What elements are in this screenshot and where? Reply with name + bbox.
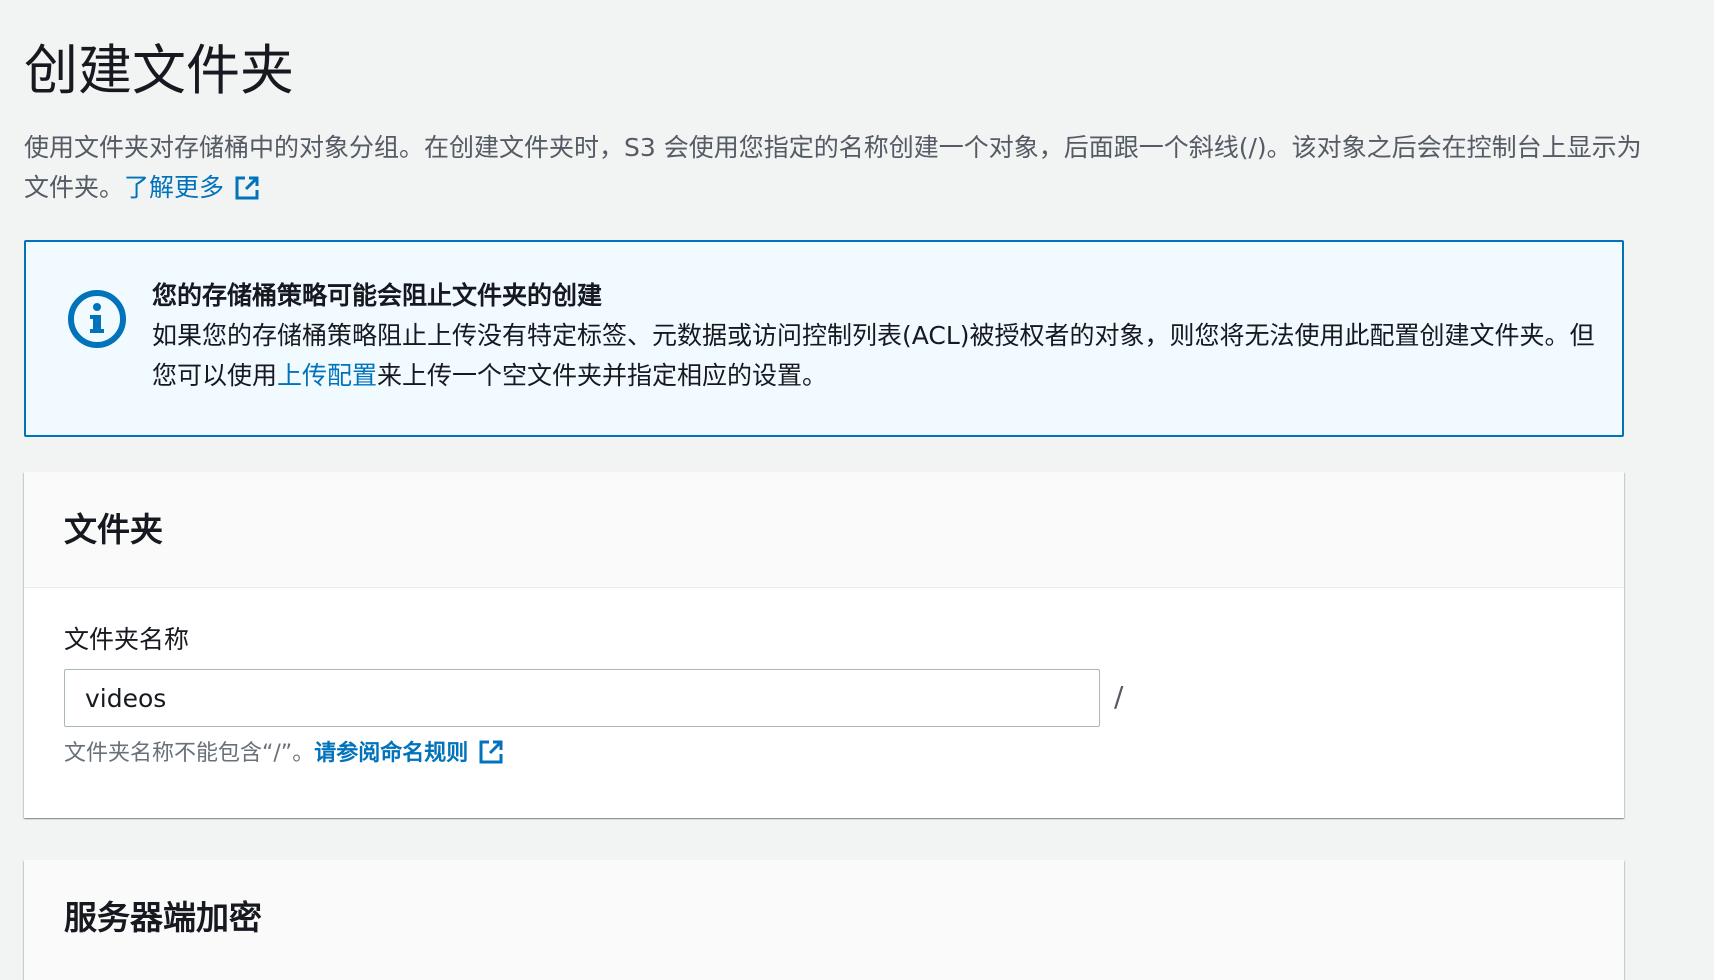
alert-text: 如果您的存储桶策略阻止上传没有特定标签、元数据或访问控制列表(ACL)被授权者的…: [152, 316, 1602, 396]
external-link-icon: [478, 739, 504, 777]
alert-text-after: 来上传一个空文件夹并指定相应的设置。: [377, 361, 828, 390]
folder-name-input-row: [64, 669, 1124, 729]
upload-config-link[interactable]: 上传配置: [277, 361, 377, 390]
naming-rules-link[interactable]: 请参阅命名规则: [314, 740, 504, 766]
page-description: 使用文件夹对存储桶中的对象分组。在创建文件夹时，S3 会使用您指定的名称创建一个…: [24, 128, 1644, 213]
naming-rules-label: 请参阅命名规则: [314, 741, 469, 766]
page-title: 创建文件夹: [24, 39, 294, 102]
folder-name-hint: 文件夹名称不能包含“/”。请参阅命名规则: [64, 736, 504, 777]
folder-panel-title: 文件夹: [64, 510, 163, 549]
alert-body: 您的存储桶策略可能会阻止文件夹的创建 如果您的存储桶策略阻止上传没有特定标签、元…: [152, 276, 1602, 396]
info-icon: [66, 288, 128, 354]
external-link-icon: [234, 173, 260, 213]
folder-panel: 文件夹 文件夹名称 / 文件夹名称不能包含“/”。请参阅命名规则: [24, 472, 1624, 818]
description-text: 使用文件夹对存储桶中的对象分组。在创建文件夹时，S3 会使用您指定的名称创建一个…: [24, 133, 1642, 202]
folder-name-input[interactable]: [64, 669, 1100, 727]
learn-more-label: 了解更多: [124, 173, 225, 202]
alert-title: 您的存储桶策略可能会阻止文件夹的创建: [152, 281, 603, 310]
hint-text: 文件夹名称不能包含“/”。: [64, 741, 315, 766]
encryption-panel: 服务器端加密: [24, 860, 1624, 980]
folder-panel-header: 文件夹: [24, 472, 1624, 588]
folder-suffix-slash: /: [1114, 680, 1124, 713]
encryption-panel-title: 服务器端加密: [64, 898, 262, 937]
bucket-policy-alert: 您的存储桶策略可能会阻止文件夹的创建 如果您的存储桶策略阻止上传没有特定标签、元…: [24, 240, 1624, 437]
learn-more-link[interactable]: 了解更多: [124, 173, 260, 202]
folder-name-label: 文件夹名称: [64, 625, 190, 654]
